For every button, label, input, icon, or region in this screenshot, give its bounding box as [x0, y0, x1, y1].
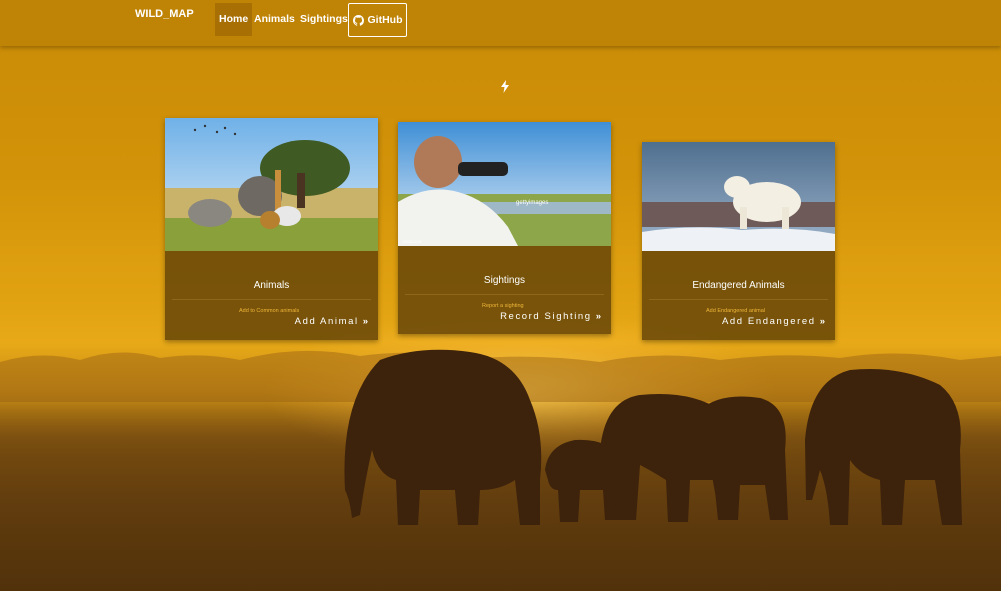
add-endangered-label: Add Endangered: [721, 316, 816, 327]
card-subtitle: Report a sighting: [482, 303, 524, 309]
card-divider: [172, 299, 371, 300]
card-animals: Animals Add to Common animals Add Animal…: [165, 118, 378, 340]
nav-animals-link[interactable]: Animals: [250, 3, 299, 36]
card-divider: [405, 294, 604, 295]
bolt-icon: [501, 80, 509, 93]
card-divider: [649, 299, 828, 300]
card-subtitle: Add Endangered animal: [706, 308, 766, 314]
card-subtitle: Add to Common animals: [239, 308, 300, 314]
card-endangered: Endangered Animals Add Endangered animal…: [642, 142, 835, 340]
add-endangered-button[interactable]: Add Endangered»: [642, 316, 835, 327]
image-watermark: gettyimages: [516, 200, 548, 206]
navbar: WILD_MAP Home Animals Sightings GitHub: [0, 0, 1001, 46]
card-title: Animals: [253, 280, 290, 291]
card-sightings: gettyimages 1060812028 Sightings Report …: [398, 122, 611, 334]
github-icon: [352, 14, 364, 26]
record-sighting-label: Record Sighting: [500, 311, 592, 322]
man-with-binoculars-image: gettyimages 1060812028: [398, 122, 611, 246]
double-chevron-right-icon: »: [595, 311, 601, 322]
image-credit: 1060812028: [402, 240, 422, 244]
nav-sightings-link[interactable]: Sightings: [296, 3, 352, 36]
card-title: Endangered Animals: [692, 280, 785, 291]
card-title: Sightings: [483, 275, 526, 286]
elephant-herd-silhouette: [344, 349, 962, 525]
record-sighting-button[interactable]: Record Sighting»: [398, 311, 611, 322]
brand-logo[interactable]: WILD_MAP: [135, 8, 194, 20]
github-button[interactable]: GitHub: [348, 3, 407, 37]
safari-animals-image: [165, 118, 378, 251]
add-animal-button[interactable]: Add Animal»: [165, 316, 378, 327]
github-button-label: GitHub: [367, 14, 403, 26]
add-animal-label: Add Animal: [294, 316, 359, 327]
polar-bear-image: [642, 142, 835, 251]
nav-home-link[interactable]: Home: [215, 3, 253, 36]
double-chevron-right-icon: »: [362, 316, 368, 327]
double-chevron-right-icon: »: [819, 316, 825, 327]
